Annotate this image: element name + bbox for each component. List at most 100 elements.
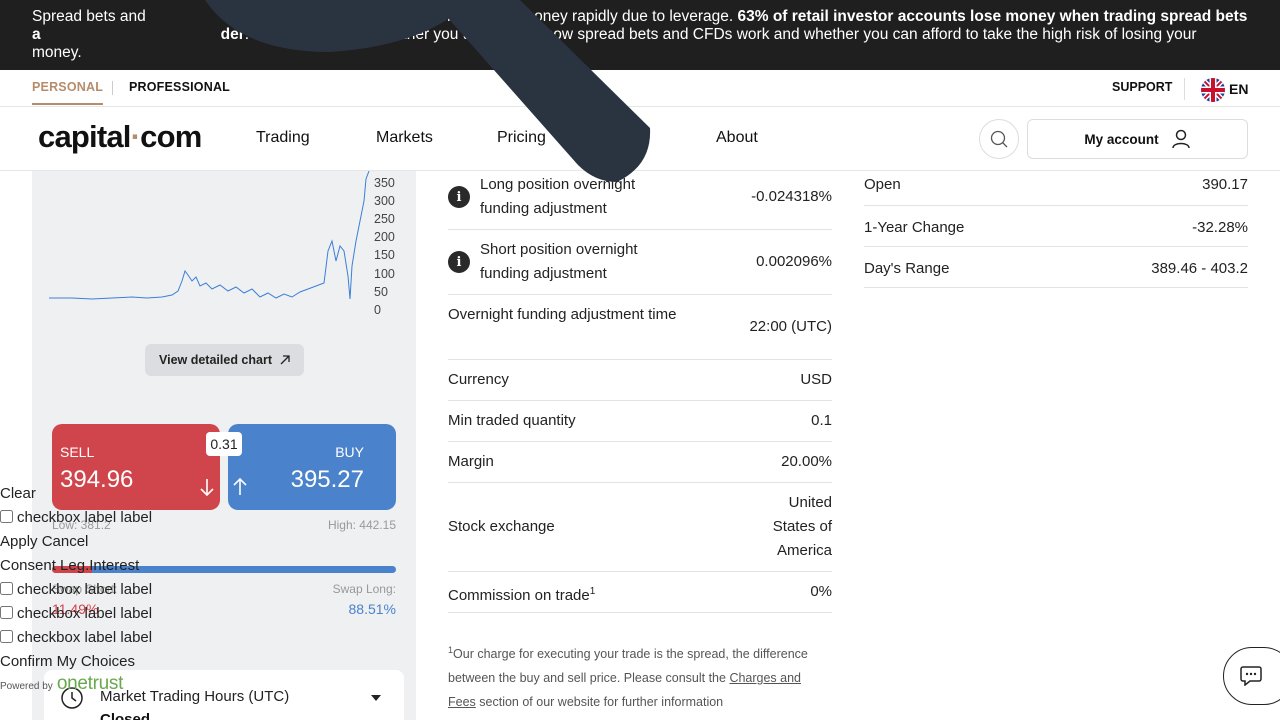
risk-text-start: Spread bets and — [32, 8, 146, 25]
language-selector[interactable]: EN — [1229, 81, 1248, 97]
user-icon — [1171, 129, 1190, 149]
external-arrow-icon — [280, 355, 290, 365]
confirm-choices-button[interactable]: Confirm My Choices — [0, 650, 200, 674]
commission-label-text: Commission on trade — [448, 587, 590, 604]
arrow-up-icon — [233, 478, 247, 495]
chat-button[interactable] — [1223, 647, 1280, 705]
cookie-consent-fragment: Clear checkbox label label Apply Cancel … — [0, 482, 200, 674]
view-detailed-chart-button[interactable]: View detailed chart — [145, 344, 304, 376]
year-change-value: -32.28% — [1192, 219, 1248, 236]
apply-cancel-buttons[interactable]: Apply Cancel — [0, 530, 200, 554]
footnote-marker: 1 — [589, 586, 596, 597]
currency-value: USD — [800, 371, 832, 388]
detail-row: Stock exchange United States of America — [448, 483, 832, 572]
buy-label: BUY — [335, 444, 364, 460]
checkbox-label: checkbox label label — [17, 629, 153, 646]
footnote-text-end: section of our website for further infor… — [475, 695, 724, 710]
instrument-details: i Long position overnight funding adjust… — [448, 171, 832, 613]
y-tick: 200 — [374, 230, 395, 244]
checkbox-label: checkbox label label — [17, 509, 153, 526]
divider — [112, 81, 113, 95]
my-account-label: My account — [1084, 131, 1159, 147]
top-bar: PERSONAL PROFESSIONAL SUPPORT EN — [0, 70, 1280, 107]
short-funding-label: Short position overnight funding adjustm… — [480, 241, 638, 282]
swap-long-label: Swap Long: — [332, 582, 396, 596]
chevron-down-icon[interactable] — [370, 694, 382, 702]
buy-button[interactable]: BUY 395.27 — [228, 424, 396, 510]
search-icon — [990, 130, 1008, 148]
market-hours-label: Market Trading Hours (UTC) — [100, 688, 290, 705]
search-button[interactable] — [979, 119, 1019, 159]
stat-row: 1-Year Change -32.28% — [864, 206, 1248, 247]
support-link[interactable]: SUPPORT — [1112, 80, 1172, 94]
chat-icon — [1240, 666, 1262, 686]
y-tick: 250 — [374, 212, 395, 226]
checkbox-label: checkbox label label — [17, 605, 153, 622]
consent-checkbox-row: checkbox label label — [0, 602, 200, 626]
consent-checkbox-row: checkbox label label — [0, 578, 200, 602]
capital-com-logo[interactable]: capital·com — [38, 119, 202, 155]
logo-text: capital — [38, 119, 131, 154]
nav-about[interactable]: About — [716, 129, 758, 147]
stat-row: Day's Range 389.46 - 403.2 — [864, 247, 1248, 288]
detail-row: i Short position overnight funding adjus… — [448, 230, 832, 295]
arrow-down-icon — [200, 479, 214, 496]
price-chart[interactable]: 350 300 250 200 150 100 50 0 — [32, 171, 416, 341]
y-tick: 350 — [374, 176, 395, 190]
info-icon[interactable]: i — [448, 251, 470, 273]
open-value: 390.17 — [1202, 176, 1248, 193]
detail-row: Margin 20.00% — [448, 442, 832, 483]
short-funding-value: 0.002096% — [756, 253, 832, 270]
funding-time-label: Overnight funding adjustment time — [448, 306, 677, 323]
risk-text-bold-2: der — [220, 26, 245, 43]
funding-time-value: 22:00 (UTC) — [749, 318, 832, 335]
logo-text-2: com — [140, 119, 202, 154]
risk-text-mid: risk of losing money rapidly due to leve… — [430, 8, 738, 25]
margin-value: 20.00% — [781, 453, 832, 470]
nav-markets[interactable]: Markets — [376, 129, 433, 147]
detail-row: i Long position overnight funding adjust… — [448, 171, 832, 230]
tab-professional[interactable]: PROFESSIONAL — [129, 80, 230, 94]
my-account-button[interactable]: My account — [1027, 119, 1248, 159]
consent-checkbox[interactable] — [0, 510, 13, 523]
divider — [1184, 78, 1185, 100]
risk-text-end: . You shou — [244, 26, 318, 43]
commission-value: 0% — [810, 583, 832, 600]
stat-row: Open 390.17 — [864, 171, 1248, 206]
tab-personal[interactable]: PERSONAL — [32, 80, 104, 105]
y-tick: 150 — [374, 248, 395, 262]
clear-button[interactable]: Clear — [0, 482, 200, 506]
nav-trading[interactable]: Trading — [256, 129, 310, 147]
detail-row: Min traded quantity 0.1 — [448, 401, 832, 442]
min-quantity-value: 0.1 — [811, 412, 832, 429]
consent-leg-interest-label: Consent Leg.Interest — [0, 557, 140, 574]
commission-label: Commission on trade1 — [448, 580, 595, 608]
checkbox-label: checkbox label label — [17, 581, 153, 598]
spread-badge: 0.31 — [206, 432, 242, 456]
long-funding-value: -0.024318% — [751, 188, 832, 205]
onetrust-branding[interactable]: Powered by onetrust — [0, 673, 123, 695]
price-stats: Open 390.17 1-Year Change -32.28% Day's … — [864, 171, 1248, 288]
info-icon[interactable]: i — [448, 186, 470, 208]
margin-label: Margin — [448, 453, 494, 470]
sell-label: SELL — [60, 444, 95, 460]
logo-dot: · — [130, 119, 141, 154]
uk-flag-icon[interactable] — [1201, 78, 1225, 102]
currency-label: Currency — [448, 371, 509, 388]
buy-price: 395.27 — [290, 466, 364, 493]
consent-checkbox[interactable] — [0, 630, 13, 643]
min-quantity-label: Min traded quantity — [448, 412, 576, 429]
year-change-label: 1-Year Change — [864, 219, 965, 236]
consent-checkbox-row: checkbox label label — [0, 506, 200, 530]
consent-checkbox[interactable] — [0, 582, 13, 595]
nav-pricing[interactable]: Pricing — [497, 129, 546, 147]
risk-text-end-2: hether you understand how spread bets an… — [32, 26, 1197, 61]
y-tick: 300 — [374, 194, 395, 208]
price-line — [49, 171, 370, 300]
spread-footnote: 1Our charge for executing your trade is … — [448, 638, 832, 714]
y-tick: 100 — [374, 267, 395, 281]
main-nav: capital·com Trading Markets Pricing Abou… — [0, 107, 1280, 171]
detail-row: Commission on trade1 0% — [448, 572, 832, 613]
y-tick: 0 — [374, 303, 381, 317]
consent-checkbox[interactable] — [0, 606, 13, 619]
